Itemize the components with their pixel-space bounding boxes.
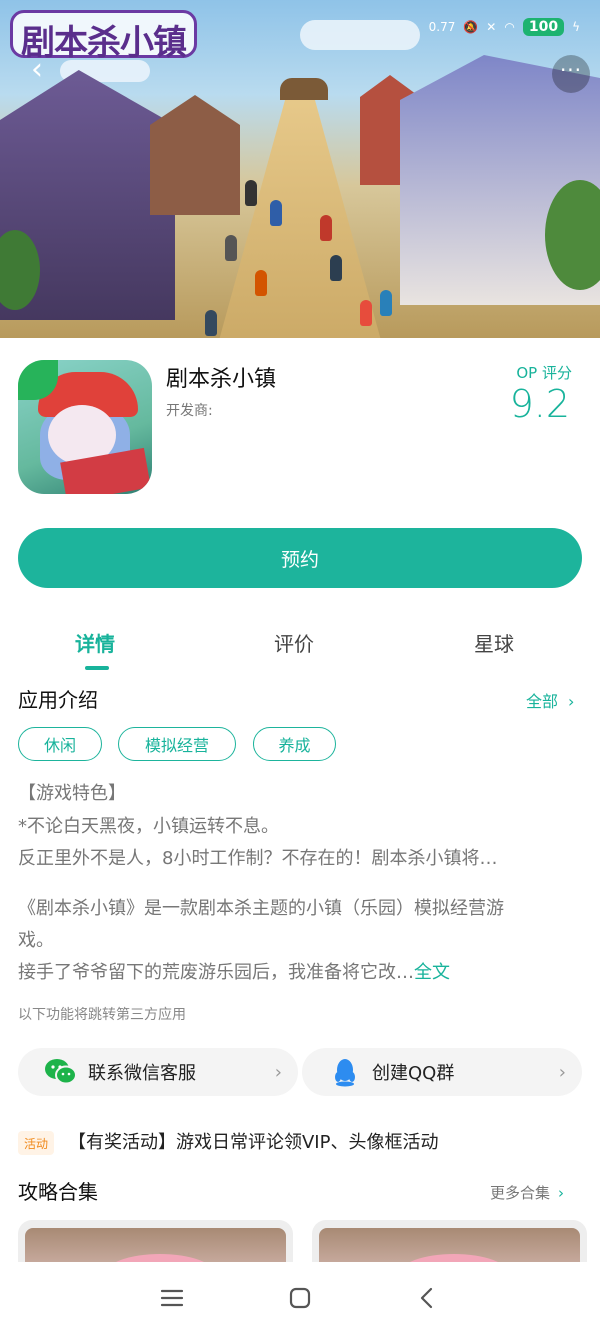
more-options-icon[interactable]: ··· <box>552 55 590 93</box>
battery-indicator: 100 <box>522 18 565 36</box>
villager <box>320 215 332 241</box>
tab-details[interactable]: 详情 <box>75 628 115 657</box>
villager <box>330 255 342 281</box>
intro-line: *不论白天黑夜，小镇运转不息。 <box>18 816 279 837</box>
intro-line: 【游戏特色】 <box>18 783 126 804</box>
qq-icon <box>335 1059 355 1087</box>
tag-nurture[interactable]: 养成 <box>253 727 336 761</box>
intro-all-label: 全部 <box>526 692 559 711</box>
chevron-right-icon: › <box>558 1061 566 1083</box>
intro-line: 《剧本杀小镇》是一款剧本杀主题的小镇（乐园）模拟经营游 <box>18 898 504 919</box>
reserve-button[interactable]: 预约 <box>18 528 582 588</box>
villager <box>205 310 217 336</box>
brown-house <box>150 95 240 215</box>
menu-icon[interactable] <box>152 1280 192 1316</box>
villager <box>225 235 237 261</box>
chevron-right-icon: › <box>274 1061 282 1083</box>
charging-icon: ϟ <box>572 20 580 34</box>
active-tab-indicator <box>85 666 109 670</box>
wechat-icon <box>45 1059 77 1085</box>
game-logo: 剧本杀小镇 <box>10 10 197 63</box>
back-nav-icon[interactable] <box>408 1280 448 1316</box>
intro-all-link[interactable]: 全部 › <box>526 688 574 712</box>
villager <box>380 290 392 316</box>
mute-icon: 🔕 <box>463 20 479 34</box>
wifi-icon: ◠ <box>504 20 515 34</box>
system-nav-bar <box>0 1262 600 1333</box>
activity-link[interactable]: 【有奖活动】游戏日常评论领VIP、头像框活动 <box>68 1128 438 1154</box>
activity-badge: 活动 <box>18 1131 55 1155</box>
wechat-service-button[interactable]: 联系微信客服 › <box>18 1048 298 1096</box>
signal-icon: ✕ <box>486 20 497 34</box>
op-score-value: 9.2 <box>509 382 570 426</box>
chevron-right-icon: › <box>558 1184 565 1202</box>
op-score-label: OP 评分 <box>516 364 572 382</box>
cloud <box>300 20 420 50</box>
more-guides-link[interactable]: 更多合集 › <box>490 1182 564 1203</box>
intro-line-text: 接手了爷爷留下的荒废游乐园后，我准备将它改… <box>18 962 414 983</box>
full-text-link[interactable]: 全文 <box>414 962 450 983</box>
app-name: 剧本杀小镇 <box>166 367 277 392</box>
intro-line: 反正里外不是人，8小时工作制？不存在的！剧本杀小镇将… <box>18 848 498 869</box>
villager <box>360 300 372 326</box>
third-party-note: 以下功能将跳转第三方应用 <box>18 1007 186 1023</box>
status-bar: 0.77 🔕 ✕ ◠ 100 ϟ <box>429 14 580 40</box>
villager <box>245 180 257 206</box>
villager <box>270 200 282 226</box>
create-qq-group-button[interactable]: 创建QQ群 › <box>302 1048 582 1096</box>
intro-title: 应用介绍 <box>18 688 98 712</box>
wechat-service-label: 联系微信客服 <box>88 1063 196 1084</box>
intro-line: 接手了爷爷留下的荒废游乐园后，我准备将它改…全文 <box>18 958 450 984</box>
tag-casual[interactable]: 休闲 <box>18 727 102 761</box>
villager <box>255 270 267 296</box>
chevron-right-icon: › <box>568 692 575 711</box>
home-icon[interactable] <box>280 1280 320 1316</box>
network-speed: 0.77 <box>428 20 456 34</box>
app-icon <box>18 360 152 494</box>
tab-planet[interactable]: 星球 <box>474 628 514 657</box>
road <box>215 95 385 338</box>
developer-label: 开发商: <box>166 403 213 419</box>
back-icon[interactable]: ‹ <box>20 55 54 89</box>
welcome-gate <box>280 78 328 100</box>
create-qq-group-label: 创建QQ群 <box>372 1063 455 1084</box>
tab-reviews[interactable]: 评价 <box>274 628 314 657</box>
intro-line: 戏。 <box>18 930 54 951</box>
more-guides-label: 更多合集 <box>490 1184 551 1202</box>
hero-banner: 剧本杀小镇 0.77 🔕 ✕ ◠ 100 ϟ ‹ ··· <box>0 0 600 338</box>
tag-simulation[interactable]: 模拟经营 <box>118 727 236 761</box>
guides-title: 攻略合集 <box>18 1180 98 1204</box>
